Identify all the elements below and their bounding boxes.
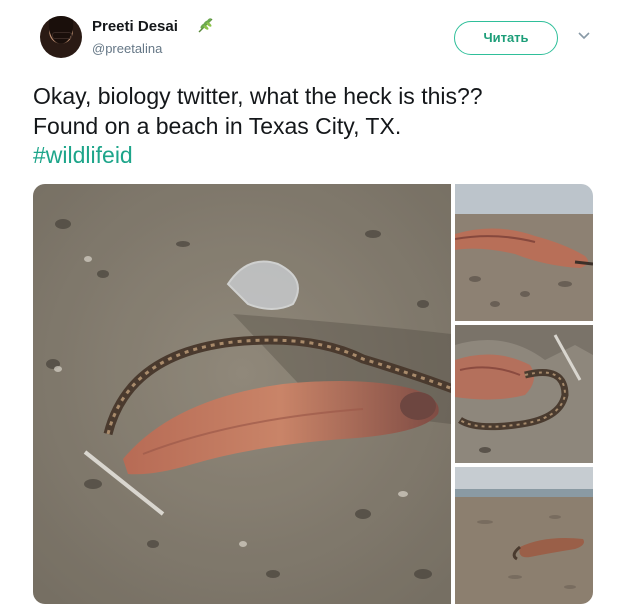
photo-main-image [33, 184, 451, 604]
photo-thumb-1-image [455, 184, 593, 321]
avatar[interactable] [40, 16, 82, 58]
photo-thumb-3[interactable] [455, 467, 593, 604]
photo-thumb-3-image [455, 467, 593, 604]
author-handle[interactable]: @preetalina [92, 41, 162, 56]
author-name[interactable]: Preeti Desai [92, 18, 178, 35]
photo-thumb-1[interactable] [455, 184, 593, 321]
hashtag-link[interactable]: #wildlifeid [33, 141, 593, 171]
leaf-icon [198, 18, 213, 33]
tweet-line-2: Found on a beach in Texas City, TX. [33, 112, 402, 139]
photo-thumb-2-image [455, 325, 593, 463]
photo-thumb-2[interactable] [455, 325, 593, 463]
photo-main[interactable] [33, 184, 451, 604]
follow-button[interactable]: Читать [454, 21, 558, 55]
chevron-down-icon[interactable] [578, 32, 590, 40]
tweet-text: Okay, biology twitter, what the heck is … [33, 82, 593, 171]
tweet-line-1: Okay, biology twitter, what the heck is … [33, 83, 483, 109]
media-grid [33, 184, 593, 604]
avatar-glasses [52, 32, 72, 39]
